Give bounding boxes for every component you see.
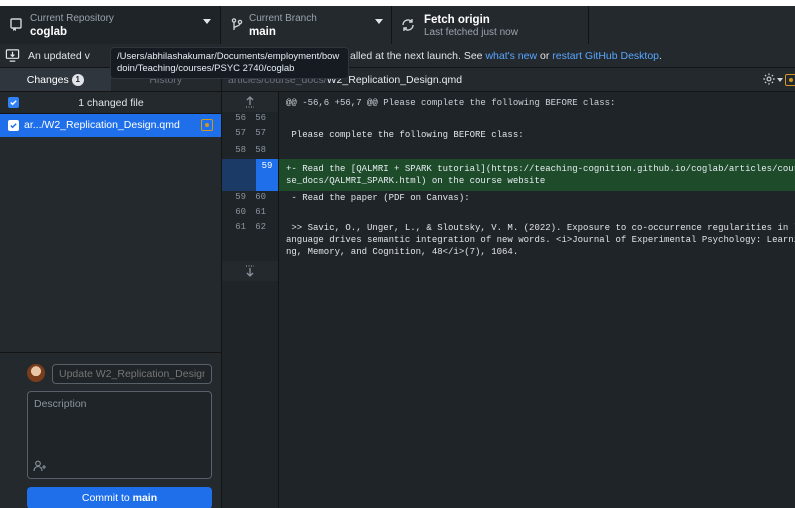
repository-path-tooltip: /Users/abhilashakumar/Documents/employme…: [110, 47, 349, 79]
line-text: Please complete the following BEFORE cla…: [286, 130, 524, 140]
expand-down-icon[interactable]: [242, 264, 258, 278]
whats-new-link[interactable]: what's new: [485, 50, 537, 62]
file-list-item[interactable]: ar.../W2_Replication_Design.qmd: [0, 114, 221, 137]
desktop-download-icon: [5, 49, 20, 62]
commit-button-prefix: Commit to: [81, 492, 133, 504]
banner-text-start: An updated v: [28, 50, 90, 62]
tooltip-line-1: /Users/abhilashakumar/Documents/employme…: [117, 51, 340, 62]
commit-summary-input[interactable]: [52, 364, 212, 384]
changed-files-header: 1 changed file: [0, 92, 221, 114]
old-line-number: 59: [235, 192, 246, 202]
hunk-header-row: @@ -56,6 +56,7 @@ Please complete the fo…: [222, 92, 795, 112]
gutter: 58 58: [222, 144, 278, 159]
diff-line[interactable]: 59 60 - Read the paper (PDF on Canvas):: [222, 191, 795, 206]
new-line-number: 57: [255, 128, 266, 138]
banner-text: alled at the next launch. See: [350, 50, 486, 62]
current-repository-button[interactable]: Current Repository coglab: [0, 6, 221, 44]
gutter-divider: [278, 92, 279, 508]
changes-sidebar: Changes 1 History 1 changed file ar.../W2…: [0, 68, 222, 508]
new-line-number: 62: [255, 222, 266, 232]
changed-files-count: 1 changed file: [78, 97, 144, 109]
gutter: [222, 92, 278, 112]
sync-icon: [402, 19, 414, 31]
diff-line[interactable]: 56 56: [222, 112, 795, 124]
commit-button[interactable]: Commit to main: [27, 487, 212, 508]
line-text: +- Read the [QALMRI + SPARK tutorial](ht…: [286, 164, 795, 174]
gutter: 56 56: [222, 112, 278, 124]
file-name: ar.../W2_Replication_Design.qmd: [24, 119, 180, 131]
branch-name: main: [249, 26, 276, 38]
line-text-wrap: ng, Memory, and Cognition, 48</i>(7), 10…: [286, 247, 519, 257]
chevron-down-icon[interactable]: [777, 78, 783, 82]
line-text: [286, 206, 795, 207]
chevron-down-icon: [203, 19, 211, 24]
current-branch-button[interactable]: Current Branch main: [221, 6, 392, 44]
branch-label: Current Branch: [249, 13, 317, 24]
gutter: 57 57: [222, 124, 278, 144]
new-line-number: 59: [256, 159, 278, 191]
fetch-subtitle: Last fetched just now: [424, 27, 518, 38]
old-line-number: 56: [235, 113, 246, 123]
avatar: [27, 364, 45, 382]
new-line-number: 61: [255, 207, 266, 217]
commit-panel: Description Commit to main: [0, 352, 221, 508]
commit-description-field[interactable]: Description: [27, 391, 212, 479]
check-icon: [10, 123, 17, 129]
line-text: [286, 112, 795, 113]
description-placeholder: Description: [34, 398, 87, 410]
tooltip-line-2: doin/Teaching/courses/PSYC 2740/coglab: [117, 63, 295, 74]
gutter: 59 60: [222, 191, 278, 206]
diff-line[interactable]: 57 57 Please complete the following BEFOR…: [222, 124, 795, 144]
new-line-number: 56: [255, 113, 266, 123]
fetch-origin-button[interactable]: Fetch origin Last fetched just now: [392, 6, 589, 44]
add-co-author-icon[interactable]: [33, 460, 47, 472]
diff-view: articles/course_docs/W2_Replication_Desi…: [222, 68, 795, 508]
line-text: [286, 144, 795, 145]
commit-button-branch: main: [132, 492, 158, 504]
new-line-number: 58: [255, 145, 266, 155]
banner-period: .: [659, 50, 662, 62]
old-line-number: 58: [235, 145, 246, 155]
repo-icon: [10, 18, 22, 31]
diff-line-added[interactable]: 59 +- Read the [QALMRI + SPARK tutorial]…: [222, 159, 795, 191]
modified-icon: [785, 74, 795, 86]
gear-icon[interactable]: [762, 72, 776, 86]
tab-changes-label: Changes: [26, 74, 69, 86]
diff-line[interactable]: 58 58: [222, 144, 795, 159]
gutter: 60 61: [222, 206, 278, 221]
diff-line[interactable]: 61 62 >> Savic, O., Unger, L., & Sloutsky…: [222, 221, 795, 261]
file-checkbox[interactable]: [8, 120, 19, 131]
old-line-number: 60: [235, 207, 246, 217]
banner-text-end: alled at the next launch. See what's new…: [350, 50, 662, 62]
restart-link[interactable]: restart GitHub Desktop: [552, 50, 659, 62]
line-text: - Read the paper (PDF on Canvas):: [286, 193, 470, 203]
fetch-title: Fetch origin: [424, 14, 490, 26]
toolbar: Current Repository coglab Current Branch…: [0, 6, 795, 44]
changes-count-badge: 1: [71, 74, 84, 86]
modified-icon: [201, 119, 213, 131]
expand-up-icon[interactable]: [242, 95, 258, 109]
hunk-header: @@ -56,6 +56,7 @@ Please complete the fo…: [286, 98, 616, 108]
branch-icon: [231, 18, 243, 30]
hunk-footer-row: [222, 261, 795, 281]
gutter: [222, 261, 278, 281]
old-line-number: 61: [235, 222, 246, 232]
chevron-down-icon: [375, 19, 383, 24]
new-line-number: 60: [255, 192, 266, 202]
line-text-wrap: se_docs/QALMRI_SPARK.html) on the course…: [286, 176, 546, 186]
old-line-number: 57: [235, 128, 246, 138]
banner-or: or: [537, 50, 553, 62]
diff-code: @@ -56,6 +56,7 @@ Please complete the fo…: [222, 92, 795, 281]
line-text-wrap: anguage drives semantic integration of n…: [286, 235, 795, 245]
diff-line[interactable]: 60 61: [222, 206, 795, 221]
tab-changes[interactable]: Changes 1: [0, 68, 111, 91]
line-text: >> Savic, O., Unger, L., & Sloutsky, V. …: [286, 223, 795, 233]
gutter: 61 62: [222, 221, 278, 261]
repo-name: coglab: [30, 26, 68, 38]
gutter: 59: [222, 159, 278, 191]
repo-label: Current Repository: [30, 13, 114, 24]
